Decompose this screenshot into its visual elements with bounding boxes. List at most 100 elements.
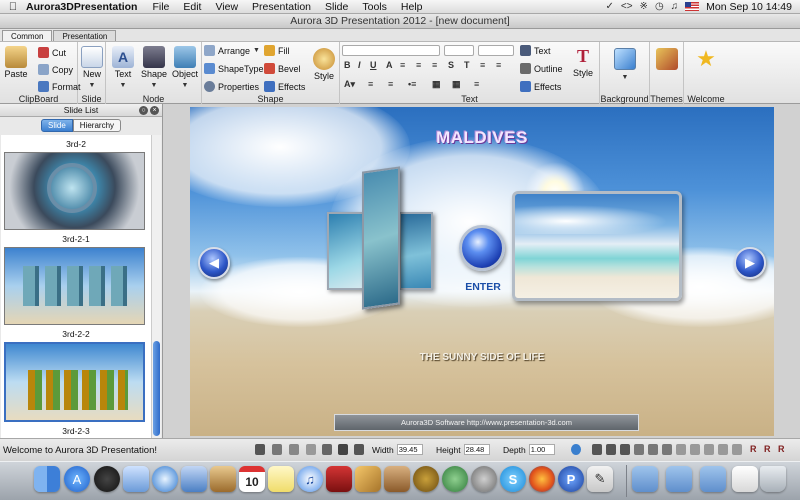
- align-center-icon[interactable]: ≡: [416, 60, 421, 70]
- same-size-tool-icon[interactable]: [704, 444, 714, 455]
- align-top-tool-icon[interactable]: [634, 444, 644, 455]
- reset-size-icon[interactable]: [571, 444, 581, 455]
- code-icon[interactable]: <>: [621, 1, 633, 12]
- menu-tools[interactable]: Tools: [355, 1, 394, 13]
- slide-thumbnail-selected[interactable]: [4, 342, 145, 422]
- welcome-button[interactable]: ★: [692, 48, 720, 71]
- menubar-clock[interactable]: Mon Sep 10 14:49: [706, 1, 792, 13]
- downloads-icon[interactable]: [732, 466, 758, 492]
- text-fill-button[interactable]: Text: [520, 45, 551, 56]
- outline-button[interactable]: Outline: [520, 63, 563, 74]
- skype-icon[interactable]: S: [500, 466, 526, 492]
- shape-style-button[interactable]: Style: [310, 48, 338, 81]
- documents-folder-icon[interactable]: [700, 466, 726, 492]
- same-height-tool-icon[interactable]: [732, 444, 742, 455]
- scale-icon[interactable]: [354, 444, 364, 455]
- rotate-icon[interactable]: [338, 444, 348, 455]
- list-style-icon[interactable]: ≡: [474, 79, 479, 89]
- columns-icon[interactable]: ▦: [452, 79, 461, 90]
- firefox-icon[interactable]: [529, 466, 555, 492]
- clock-icon[interactable]: ◷: [655, 1, 664, 12]
- width-input[interactable]: 39.45: [396, 444, 423, 455]
- menu-presentation[interactable]: Presentation: [245, 1, 318, 13]
- insert-object-button[interactable]: Object ▼: [170, 46, 200, 89]
- iphoto-icon[interactable]: [355, 466, 381, 492]
- paste-button[interactable]: Paste: [3, 46, 29, 79]
- lock-icon[interactable]: [255, 444, 265, 455]
- align-center-tool-icon[interactable]: [606, 444, 616, 455]
- bevel-button[interactable]: Bevel: [264, 63, 301, 74]
- menu-view[interactable]: View: [208, 1, 245, 13]
- view-icon[interactable]: [272, 444, 282, 455]
- tab-hierarchy[interactable]: Hierarchy: [72, 118, 122, 132]
- underline-button[interactable]: U: [370, 60, 377, 70]
- align-right-tool-icon[interactable]: [620, 444, 630, 455]
- outdent-icon[interactable]: ≡: [388, 79, 393, 89]
- copy-button[interactable]: Copy: [38, 64, 73, 75]
- scrollbar-thumb[interactable]: [153, 341, 160, 436]
- slide-thumbnail[interactable]: [4, 152, 145, 230]
- preview-icon[interactable]: [123, 466, 149, 492]
- distribute-h-tool-icon[interactable]: [676, 444, 686, 455]
- distribute-v-tool-icon[interactable]: [690, 444, 700, 455]
- tab-slide[interactable]: Slide: [40, 118, 73, 132]
- font-style-select[interactable]: [478, 45, 514, 56]
- photobooth-icon[interactable]: [326, 466, 352, 492]
- garageband-guitar-icon[interactable]: [413, 466, 439, 492]
- facetime-icon[interactable]: [181, 466, 207, 492]
- indent-icon[interactable]: ≡: [368, 79, 373, 89]
- text-style-button[interactable]: T Style: [568, 45, 598, 78]
- render-icon[interactable]: [289, 444, 299, 455]
- notes-icon[interactable]: [268, 466, 294, 492]
- next-arrow-icon[interactable]: ▶: [734, 247, 766, 279]
- slide-title[interactable]: MALDIVES: [190, 128, 774, 148]
- menu-help[interactable]: Help: [394, 1, 430, 13]
- rotate-z-icon[interactable]: R: [778, 444, 785, 454]
- sync-icon[interactable]: ✓: [605, 1, 613, 12]
- enter-button[interactable]: [459, 225, 505, 271]
- fill-button[interactable]: Fill: [264, 45, 290, 56]
- bullets-icon[interactable]: •≡: [408, 79, 416, 89]
- finder-icon[interactable]: [34, 466, 60, 492]
- align-bottom-tool-icon[interactable]: [662, 444, 672, 455]
- app-menu[interactable]: Aurora3DPresentation: [26, 1, 145, 13]
- cut-button[interactable]: Cut: [38, 47, 66, 58]
- gallery-panel-right[interactable]: [399, 212, 433, 290]
- itunes-icon[interactable]: ♫: [297, 466, 323, 492]
- textedit-icon[interactable]: ✎: [587, 466, 613, 492]
- format-button[interactable]: Format: [38, 81, 81, 92]
- previous-arrow-icon[interactable]: ◀: [198, 247, 230, 279]
- align-middle-tool-icon[interactable]: [648, 444, 658, 455]
- font-size-select[interactable]: [444, 45, 474, 56]
- rotate-y-icon[interactable]: R: [764, 444, 771, 454]
- tab-presentation[interactable]: Presentation: [53, 30, 117, 41]
- rotate-x-icon[interactable]: R: [750, 444, 757, 454]
- slide-canvas[interactable]: MALDIVES ENTER ◀ ▶ THE SUNNY SIDE OF LIF…: [190, 107, 774, 436]
- applications-folder-icon[interactable]: [666, 466, 692, 492]
- panel-options-icon[interactable]: ○: [139, 106, 148, 115]
- background-button[interactable]: ▼: [612, 48, 638, 81]
- slide-list-scrollbar[interactable]: [151, 135, 161, 438]
- close-icon[interactable]: ×: [150, 106, 159, 115]
- font-family-select[interactable]: [342, 45, 440, 56]
- themes-button[interactable]: [655, 48, 679, 71]
- same-width-tool-icon[interactable]: [718, 444, 728, 455]
- appstore-icon[interactable]: A: [64, 466, 90, 492]
- slide-thumbnail-list[interactable]: 3rd-2 3rd-2-1 3rd-2-2 3rd-2-3: [1, 135, 151, 438]
- menu-slide[interactable]: Slide: [318, 1, 355, 13]
- flag-icon[interactable]: [685, 2, 700, 11]
- new-slide-button[interactable]: New ▼: [80, 46, 104, 89]
- contacts-icon[interactable]: [210, 466, 236, 492]
- insert-shape-button[interactable]: Shape ▼: [140, 46, 168, 89]
- depth-input[interactable]: 1.00: [528, 444, 555, 455]
- trash-icon[interactable]: [760, 466, 786, 492]
- arrange-button[interactable]: Arrange ▼: [204, 45, 260, 56]
- move-icon[interactable]: [322, 444, 332, 455]
- justify-icon[interactable]: ≡: [496, 60, 501, 70]
- enter-label[interactable]: ENTER: [450, 281, 516, 293]
- text-spacing-icon[interactable]: T: [464, 60, 470, 70]
- volume-icon[interactable]: ♫: [671, 1, 679, 12]
- text-effects-button[interactable]: Effects: [520, 81, 561, 92]
- slide-thumbnail[interactable]: [4, 247, 145, 325]
- menu-file[interactable]: File: [145, 1, 176, 13]
